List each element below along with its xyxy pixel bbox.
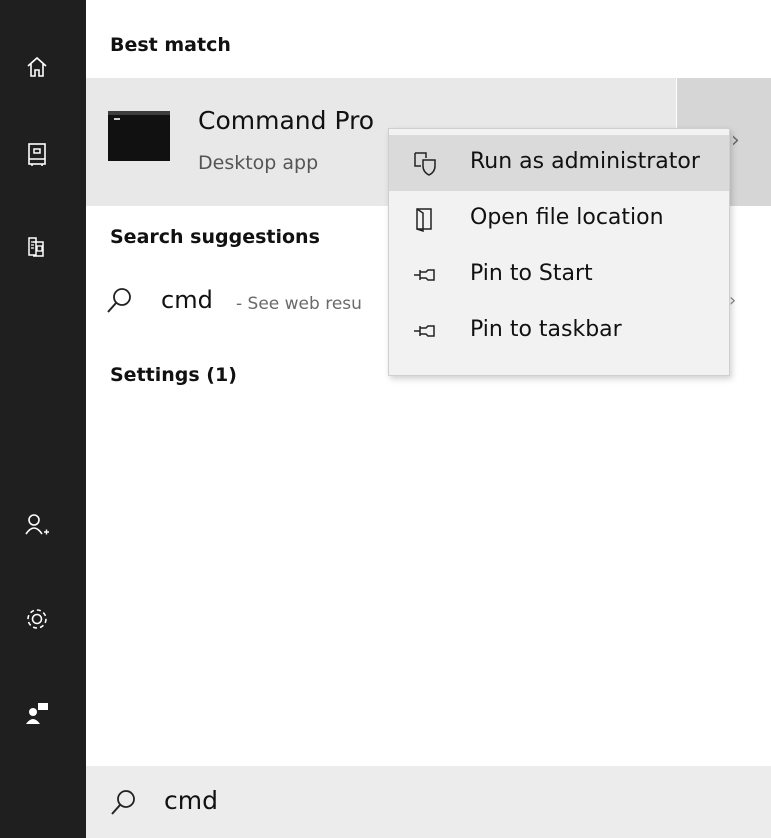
menu-item-label: Pin to Start xyxy=(470,261,593,286)
suggestion-query: cmd xyxy=(161,286,213,314)
search-suggestions-heading: Search suggestions xyxy=(110,226,320,248)
shield-admin-icon xyxy=(411,149,439,177)
pin-icon xyxy=(411,317,439,345)
pin-icon xyxy=(411,261,439,289)
search-icon xyxy=(108,788,138,822)
chevron-right-icon: › xyxy=(731,128,740,153)
add-account-icon[interactable] xyxy=(22,510,52,540)
context-menu: Run as administrator Open file location … xyxy=(388,128,730,376)
settings-gear-icon[interactable] xyxy=(22,604,52,634)
suggestion-secondary: - See web resu xyxy=(236,294,362,314)
chevron-right-icon: › xyxy=(729,290,737,311)
menu-item-run-as-administrator[interactable]: Run as administrator xyxy=(389,135,729,191)
command-prompt-icon xyxy=(108,111,170,161)
search-input[interactable]: cmd xyxy=(164,786,218,815)
search-icon xyxy=(104,286,134,320)
menu-item-pin-to-taskbar[interactable]: Pin to taskbar xyxy=(389,303,729,359)
app-type: Desktop app xyxy=(198,152,319,174)
notebook-icon[interactable] xyxy=(22,140,52,170)
menu-item-label: Open file location xyxy=(470,205,664,230)
menu-item-label: Run as administrator xyxy=(470,149,700,174)
documents-icon[interactable] xyxy=(22,232,52,262)
search-box[interactable]: cmd xyxy=(86,766,771,838)
search-results-panel: Best match Command Pro Desktop app › Sea… xyxy=(86,0,771,766)
feedback-icon[interactable] xyxy=(22,698,52,728)
settings-heading: Settings (1) xyxy=(110,364,237,386)
home-icon[interactable] xyxy=(22,52,52,82)
menu-item-pin-to-start[interactable]: Pin to Start xyxy=(389,247,729,303)
menu-item-open-file-location[interactable]: Open file location xyxy=(389,191,729,247)
menu-item-label: Pin to taskbar xyxy=(470,317,622,342)
start-sidebar xyxy=(0,0,86,838)
app-name: Command Pro xyxy=(198,106,375,135)
best-match-heading: Best match xyxy=(110,34,231,56)
file-location-icon xyxy=(411,205,439,233)
